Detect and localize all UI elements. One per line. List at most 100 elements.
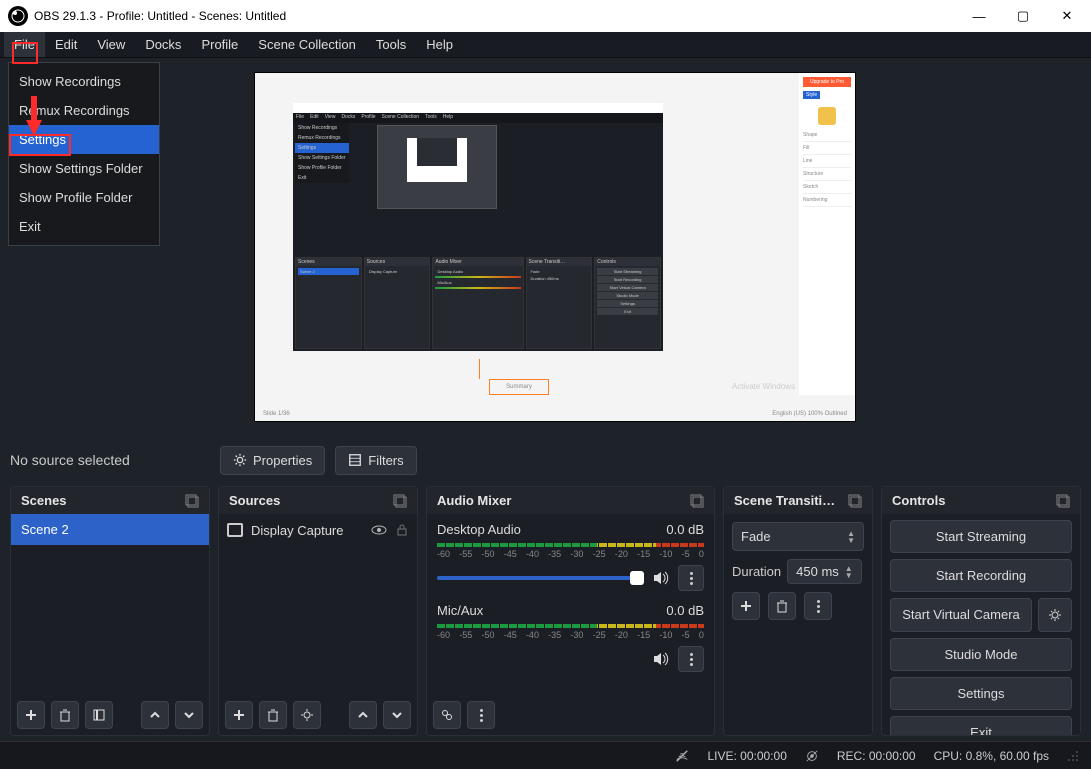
studio-mode-button[interactable]: Studio Mode [890, 638, 1072, 671]
remove-scene-button[interactable] [51, 701, 79, 729]
menu-item-show-settings-folder[interactable]: Show Settings Folder [9, 154, 159, 183]
exit-button[interactable]: Exit [890, 716, 1072, 735]
controls-title: Controls [892, 493, 945, 508]
menu-view[interactable]: View [87, 32, 135, 57]
menu-profile[interactable]: Profile [191, 32, 248, 57]
channel-name: Mic/Aux [437, 603, 483, 618]
scene-filter-button[interactable] [85, 701, 113, 729]
status-rec: REC: 00:00:00 [837, 749, 916, 763]
status-live: LIVE: 00:00:00 [707, 749, 786, 763]
add-source-button[interactable] [225, 701, 253, 729]
menu-edit[interactable]: Edit [45, 32, 87, 57]
display-capture-icon [227, 523, 243, 537]
mixer-title: Audio Mixer [437, 493, 511, 508]
menu-file[interactable]: File [4, 32, 45, 57]
audio-mixer-panel: Audio Mixer Desktop Audio 0.0 dB -60-55-… [426, 486, 715, 736]
minimize-button[interactable]: — [957, 0, 1001, 32]
meter-scale: -60-55-50-45-40-35-30-25-20-15-10-50 [437, 630, 704, 640]
spinner-chevrons-icon: ▲▼ [845, 565, 853, 579]
preview-area: FileEditViewDocksProfileScene Collection… [0, 62, 1091, 438]
start-virtual-camera-button[interactable]: Start Virtual Camera [890, 598, 1032, 632]
sources-panel: Sources Display Capture [218, 486, 418, 736]
remove-transition-button[interactable] [768, 592, 796, 620]
source-properties-button[interactable] [293, 701, 321, 729]
status-cpu: CPU: 0.8%, 60.00 fps [934, 749, 1049, 763]
source-move-down-button[interactable] [383, 701, 411, 729]
duration-spinner[interactable]: 450 ms ▲▼ [787, 559, 862, 584]
select-chevrons-icon: ▲▼ [847, 530, 855, 544]
speaker-icon[interactable] [652, 569, 670, 587]
undock-icon[interactable] [393, 494, 407, 508]
channel-level: 0.0 dB [666, 603, 704, 618]
duration-value: 450 ms [796, 564, 839, 579]
file-menu-dropdown: Show Recordings Remux Recordings Setting… [8, 62, 160, 246]
visibility-toggle-icon[interactable] [371, 522, 387, 538]
menu-item-show-profile-folder[interactable]: Show Profile Folder [9, 183, 159, 212]
preview-footer-left: Slide 1/36 [263, 411, 290, 417]
undock-icon[interactable] [1056, 494, 1070, 508]
nested-obs-window: FileEditViewDocksProfileScene Collection… [293, 103, 663, 351]
menubar: File Edit View Docks Profile Scene Colle… [0, 32, 1091, 58]
mixer-settings-button[interactable] [433, 701, 461, 729]
virtual-camera-settings-button[interactable] [1038, 598, 1072, 632]
sources-title: Sources [229, 493, 280, 508]
undock-icon[interactable] [690, 494, 704, 508]
undock-icon[interactable] [848, 494, 862, 508]
window-titlebar: OBS 29.1.3 - Profile: Untitled - Scenes:… [0, 0, 1091, 32]
volume-slider[interactable] [437, 576, 644, 580]
mixer-menu-button[interactable] [467, 701, 495, 729]
start-recording-button[interactable]: Start Recording [890, 559, 1072, 592]
scene-item[interactable]: Scene 2 [11, 514, 209, 545]
obs-logo-icon [8, 6, 28, 26]
audio-meter [437, 543, 704, 547]
settings-button[interactable]: Settings [890, 677, 1072, 710]
channel-menu-button[interactable] [678, 646, 704, 672]
filters-label: Filters [368, 453, 403, 468]
transition-value: Fade [741, 529, 771, 544]
resize-grip-icon[interactable] [1067, 750, 1079, 762]
menu-help[interactable]: Help [416, 32, 463, 57]
speaker-icon[interactable] [652, 650, 670, 668]
filters-button[interactable]: Filters [335, 446, 416, 475]
transition-menu-button[interactable] [804, 592, 832, 620]
lock-toggle-icon[interactable] [395, 523, 409, 537]
menu-item-remux-recordings[interactable]: Remux Recordings [9, 96, 159, 125]
channel-menu-button[interactable] [678, 565, 704, 591]
undock-icon[interactable] [185, 494, 199, 508]
scenes-panel: Scenes Scene 2 [10, 486, 210, 736]
duration-label: Duration [732, 564, 781, 579]
network-icon [675, 749, 689, 763]
close-button[interactable]: ✕ [1045, 0, 1089, 32]
summary-box: Summary [489, 379, 549, 395]
preview-footer-right: English (US) 100% Outlined [772, 411, 847, 417]
no-source-label: No source selected [10, 452, 210, 468]
add-scene-button[interactable] [17, 701, 45, 729]
transitions-panel: Scene Transiti… Fade ▲▼ Duration 450 ms … [723, 486, 873, 736]
scene-move-down-button[interactable] [175, 701, 203, 729]
menu-scene-collection[interactable]: Scene Collection [248, 32, 366, 57]
preview-canvas[interactable]: FileEditViewDocksProfileScene Collection… [254, 72, 856, 422]
gear-icon [233, 453, 247, 467]
remove-source-button[interactable] [259, 701, 287, 729]
source-move-up-button[interactable] [349, 701, 377, 729]
menu-item-show-recordings[interactable]: Show Recordings [9, 67, 159, 96]
record-status-icon [805, 749, 819, 763]
source-item[interactable]: Display Capture [219, 514, 417, 546]
source-name: Display Capture [251, 523, 363, 538]
channel-name: Desktop Audio [437, 522, 521, 537]
connector-line [479, 359, 480, 379]
start-streaming-button[interactable]: Start Streaming [890, 520, 1072, 553]
filters-icon [348, 453, 362, 467]
meter-scale: -60-55-50-45-40-35-30-25-20-15-10-50 [437, 549, 704, 559]
maximize-button[interactable]: ▢ [1001, 0, 1045, 32]
menu-item-exit[interactable]: Exit [9, 212, 159, 241]
menu-tools[interactable]: Tools [366, 32, 416, 57]
transition-select[interactable]: Fade ▲▼ [732, 522, 864, 551]
add-transition-button[interactable] [732, 592, 760, 620]
mixer-channel-mic: Mic/Aux 0.0 dB -60-55-50-45-40-35-30-25-… [427, 595, 714, 676]
source-toolbar: No source selected Properties Filters [10, 440, 1081, 480]
menu-docks[interactable]: Docks [135, 32, 191, 57]
properties-button[interactable]: Properties [220, 446, 325, 475]
scene-move-up-button[interactable] [141, 701, 169, 729]
menu-item-settings[interactable]: Settings [9, 125, 159, 154]
